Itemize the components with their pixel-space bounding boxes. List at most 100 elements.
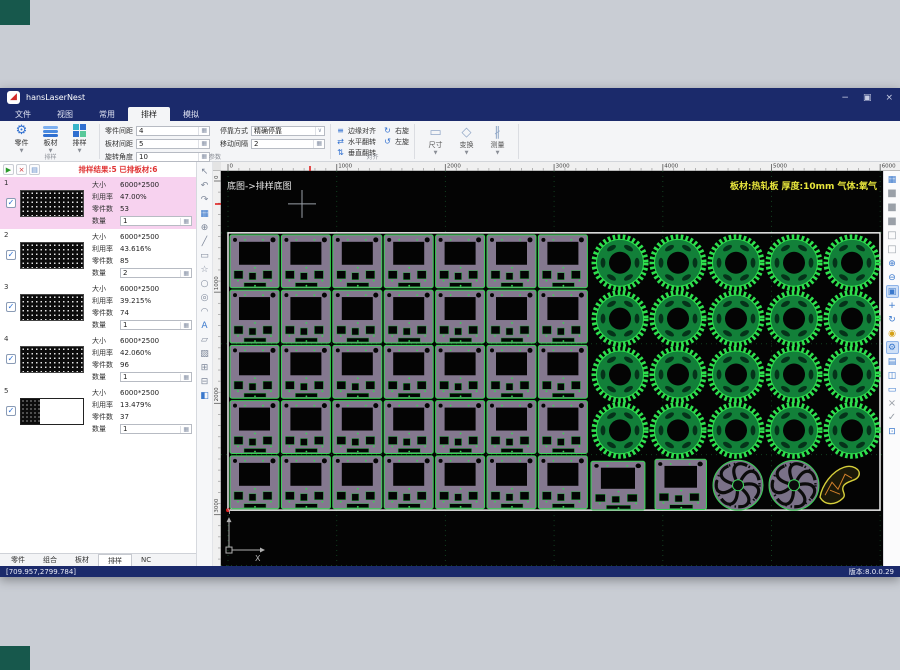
nested-gear[interactable] xyxy=(594,349,646,401)
nested-part[interactable] xyxy=(384,401,433,454)
nested-gear[interactable] xyxy=(768,404,820,456)
nested-part[interactable] xyxy=(333,345,382,398)
image-icon[interactable]: ▦ xyxy=(198,207,211,220)
menu-tab-2[interactable]: 视图 xyxy=(44,107,86,121)
result-checkbox[interactable]: ✓ xyxy=(6,198,16,208)
qty-input[interactable]: 1▦ xyxy=(120,216,192,226)
nested-part[interactable] xyxy=(230,235,279,288)
nested-part[interactable] xyxy=(384,235,433,288)
transform-button[interactable]: ◇变换▼ xyxy=(451,124,482,156)
rotate-view-icon[interactable]: ↻ xyxy=(886,313,899,326)
fit-plate-icon[interactable]: ▭ xyxy=(886,383,899,396)
nested-part[interactable] xyxy=(384,290,433,343)
nested-part[interactable] xyxy=(281,456,330,509)
nested-part[interactable] xyxy=(333,290,382,343)
nested-gear[interactable] xyxy=(710,349,762,401)
hatch-icon[interactable]: ▨ xyxy=(198,347,211,360)
nested-part[interactable] xyxy=(538,345,587,398)
nested-impeller[interactable] xyxy=(769,460,819,510)
nested-gear[interactable] xyxy=(652,404,704,456)
qty-input[interactable]: 1▦ xyxy=(120,372,192,382)
undo-icon[interactable]: ↶ xyxy=(198,179,211,192)
edge-align-button[interactable]: ≡边缘对齐 xyxy=(336,125,376,136)
dots-grid-icon[interactable]: ⊡ xyxy=(886,425,899,438)
nested-part[interactable] xyxy=(487,345,536,398)
qty-input[interactable]: 2▦ xyxy=(120,268,192,278)
close-button[interactable]: × xyxy=(885,93,893,103)
nested-part[interactable] xyxy=(281,401,330,454)
move-step-input[interactable]: 2▦ xyxy=(251,139,325,149)
nested-part[interactable] xyxy=(230,401,279,454)
nested-gear[interactable] xyxy=(826,349,878,401)
save-view-icon[interactable]: ▦ xyxy=(886,173,899,186)
spinner-icon[interactable]: ▦ xyxy=(313,140,322,148)
start-nest-icon[interactable]: ▶ xyxy=(3,164,14,175)
nested-part[interactable] xyxy=(384,345,433,398)
spinner-icon[interactable]: ▦ xyxy=(180,426,189,433)
sidebar-tab-4[interactable]: 排样 xyxy=(98,554,132,566)
redo-icon[interactable]: ↷ xyxy=(198,193,211,206)
sidebar-tab-2[interactable]: 组合 xyxy=(34,554,66,566)
nested-part[interactable] xyxy=(487,401,536,454)
menu-tab-3[interactable]: 常用 xyxy=(86,107,128,121)
nested-part[interactable] xyxy=(281,290,330,343)
nested-part[interactable] xyxy=(538,235,587,288)
spinner-icon[interactable]: ▦ xyxy=(180,374,189,381)
minimize-button[interactable]: − xyxy=(841,93,849,103)
nested-part[interactable] xyxy=(230,345,279,398)
settings-icon[interactable]: ⚙ xyxy=(886,341,899,354)
center-view-icon[interactable]: ◉ xyxy=(886,327,899,340)
nested-part[interactable] xyxy=(591,461,645,510)
dropdown-icon[interactable]: ∨ xyxy=(315,127,322,135)
nested-part[interactable] xyxy=(487,456,536,509)
nested-part[interactable] xyxy=(281,235,330,288)
result-item-3[interactable]: 3✓大小6000*2500利用率39.215%零件数74数量1▦ xyxy=(0,281,196,333)
result-thumbnail[interactable] xyxy=(20,190,84,217)
nest-button[interactable]: 排样▼ xyxy=(66,123,93,154)
zoom-out-icon[interactable]: ⊖ xyxy=(886,271,899,284)
nested-part[interactable] xyxy=(333,456,382,509)
nested-part[interactable] xyxy=(436,345,485,398)
nested-gear[interactable] xyxy=(768,293,820,345)
nested-part[interactable] xyxy=(384,456,433,509)
close-view-icon[interactable]: × xyxy=(886,397,899,410)
mirror-icon[interactable]: ◧ xyxy=(198,389,211,402)
result-thumbnail[interactable] xyxy=(20,346,84,373)
text-icon[interactable]: A xyxy=(198,319,211,332)
menu-tab-1[interactable]: 文件 xyxy=(2,107,44,121)
spinner-icon[interactable]: ▦ xyxy=(198,140,207,148)
nested-gear[interactable] xyxy=(768,237,820,289)
nested-part[interactable] xyxy=(436,235,485,288)
sidebar-tab-1[interactable]: 零件 xyxy=(2,554,34,566)
nested-gear[interactable] xyxy=(768,349,820,401)
zoom-icon[interactable]: ⊕ xyxy=(198,221,211,234)
arc-icon[interactable]: ◠ xyxy=(198,305,211,318)
nested-part[interactable] xyxy=(436,401,485,454)
nested-gear[interactable] xyxy=(826,404,878,456)
qty-input[interactable]: 1▦ xyxy=(120,424,192,434)
nested-gear[interactable] xyxy=(594,293,646,345)
nested-gear[interactable] xyxy=(594,237,646,289)
nested-part[interactable] xyxy=(281,345,330,398)
result-checkbox[interactable]: ✓ xyxy=(6,302,16,312)
eraser-icon[interactable]: ▱ xyxy=(198,333,211,346)
layer4-icon[interactable]: □ xyxy=(886,229,899,242)
nested-part[interactable] xyxy=(333,235,382,288)
nested-gear[interactable] xyxy=(652,293,704,345)
spinner-icon[interactable]: ▦ xyxy=(180,218,189,225)
nest-canvas[interactable]: YX底图->排样底图板材:热轧板 厚度:10mm 气体:氧气 xyxy=(221,171,883,566)
nested-impeller[interactable] xyxy=(713,460,763,510)
nested-gear[interactable] xyxy=(826,237,878,289)
select-icon[interactable]: ↖ xyxy=(198,165,211,178)
nested-gear[interactable] xyxy=(652,349,704,401)
sidebar-tab-3[interactable]: 板材 xyxy=(66,554,98,566)
result-item-4[interactable]: 4✓大小6000*2500利用率42.060%零件数96数量1▦ xyxy=(0,333,196,385)
sidebar-tab-5[interactable]: NC xyxy=(132,554,160,566)
result-checkbox[interactable]: ✓ xyxy=(6,406,16,416)
result-item-2[interactable]: 2✓大小6000*2500利用率43.616%零件数85数量2▦ xyxy=(0,229,196,281)
menu-tab-5[interactable]: 模拟 xyxy=(170,107,212,121)
rotate-left-button[interactable]: ↺左旋 xyxy=(383,136,409,147)
zoom-window-icon[interactable]: ▣ xyxy=(886,285,899,298)
nested-gear[interactable] xyxy=(652,237,704,289)
spinner-icon[interactable]: ▦ xyxy=(180,322,189,329)
